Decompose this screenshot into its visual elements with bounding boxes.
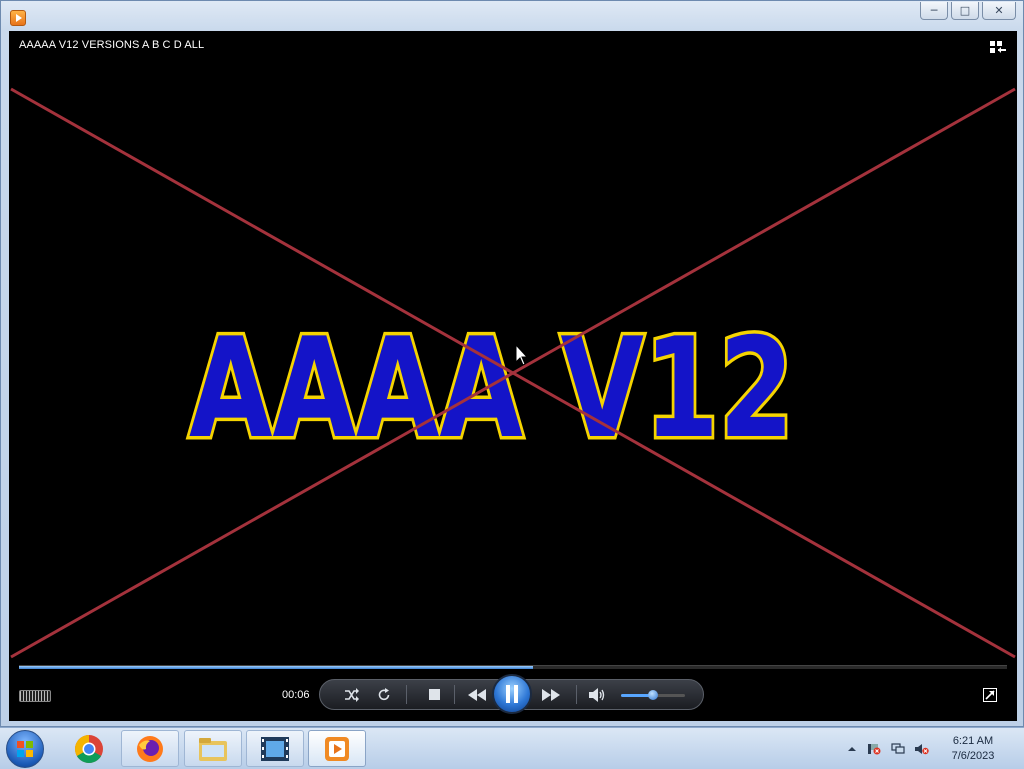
video-title: AAAAA V12 VERSIONS A B C D ALL — [19, 39, 205, 51]
repeat-button[interactable] — [370, 680, 398, 709]
elapsed-time: 00:06 — [282, 689, 310, 701]
close-icon: ✕ — [994, 4, 1004, 17]
fast-forward-icon — [542, 688, 560, 701]
video-frame: AAAA V12 — [10, 87, 1016, 659]
shuffle-icon — [345, 687, 359, 702]
stop-icon — [428, 689, 440, 700]
seek-bar[interactable] — [19, 665, 1007, 669]
previous-button[interactable] — [460, 680, 494, 709]
pause-button[interactable] — [492, 674, 532, 714]
stop-button[interactable] — [420, 680, 448, 709]
clock-time: 6:21 AM — [952, 735, 994, 747]
speaker-icon — [589, 687, 605, 702]
start-button[interactable] — [6, 730, 44, 768]
mute-button[interactable] — [584, 680, 610, 709]
switch-to-library-icon[interactable] — [989, 40, 1007, 54]
fullscreen-icon[interactable] — [983, 688, 997, 702]
resize-grip-icon[interactable] — [19, 690, 51, 702]
action-center-icon[interactable] — [867, 743, 881, 755]
video-area[interactable]: AAAAA V12 VERSIONS A B C D ALL AAAA V12 … — [9, 31, 1017, 721]
network-icon[interactable] — [891, 743, 905, 755]
seek-bar-progress — [19, 666, 533, 669]
minimize-button[interactable]: ─ — [920, 2, 948, 20]
clock-date: 7/6/2023 — [951, 750, 995, 762]
rewind-icon — [468, 688, 486, 701]
movie-maker-icon — [261, 736, 289, 761]
media-player-window: ─ □ ✕ AAAAA V12 VERSIONS A B C D ALL AAA… — [0, 0, 1024, 727]
windows-logo-icon — [17, 741, 33, 757]
firefox-icon — [137, 735, 163, 762]
next-button[interactable] — [534, 680, 568, 709]
system-clock[interactable]: 6:21 AM 7/6/2023 — [935, 734, 1011, 764]
taskbar-chrome[interactable] — [60, 730, 118, 767]
window-controls: ─ □ ✕ — [917, 2, 1016, 20]
frame-text: AAAA V12 — [189, 308, 794, 469]
file-explorer-icon — [199, 737, 227, 761]
repeat-icon — [378, 687, 390, 700]
taskbar-firefox[interactable] — [121, 730, 179, 767]
chrome-icon — [75, 734, 103, 763]
pause-icon — [506, 685, 518, 703]
volume-slider-thumb[interactable] — [648, 690, 658, 700]
taskbar-movie-maker[interactable] — [246, 730, 304, 767]
control-divider — [576, 685, 577, 704]
close-button[interactable]: ✕ — [982, 2, 1016, 20]
taskbar-media-player[interactable] — [308, 730, 366, 767]
shuffle-button[interactable] — [338, 680, 366, 709]
media-player-app-icon[interactable] — [10, 10, 26, 26]
control-divider — [454, 685, 455, 704]
taskbar: 6:21 AM 7/6/2023 — [0, 727, 1024, 769]
media-player-icon — [325, 736, 349, 761]
volume-slider[interactable] — [621, 690, 685, 700]
taskbar-file-explorer[interactable] — [184, 730, 242, 767]
title-bar[interactable]: ─ □ ✕ — [1, 1, 1023, 33]
tray-expand-icon[interactable] — [845, 743, 859, 755]
maximize-icon: □ — [959, 4, 971, 17]
volume-muted-icon[interactable] — [915, 743, 929, 755]
control-divider — [406, 685, 407, 704]
minimize-icon: ─ — [930, 4, 938, 17]
maximize-button[interactable]: □ — [951, 2, 979, 20]
